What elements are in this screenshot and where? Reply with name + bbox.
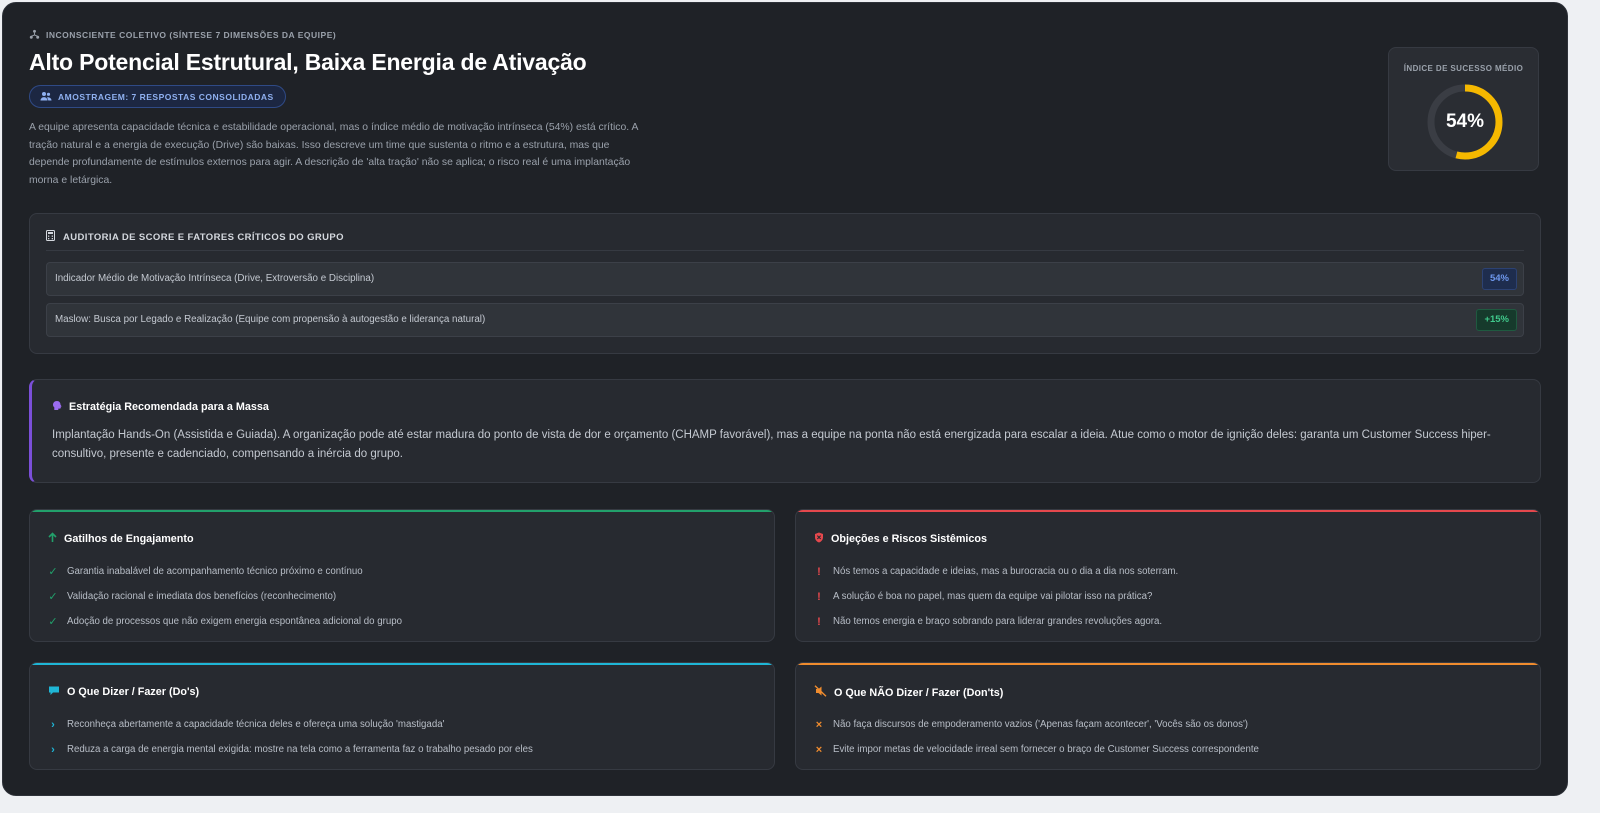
donts-card: O Que NÃO Dizer / Fazer (Don'ts) × Não fa… <box>795 662 1541 770</box>
list-item: › Reduza a carga de energia mental exigid… <box>48 737 756 762</box>
score-audit-panel: AUDITORIA DE SCORE E FATORES CRÍTICOS DO… <box>29 213 1541 354</box>
list-item: × Não faça discursos de empoderamento vaz… <box>814 712 1522 737</box>
list-item-text: Evite impor metas de velocidade irreal s… <box>833 744 1259 755</box>
success-index-value: 54% <box>1445 111 1485 132</box>
list-item-text: Validação racional e imediata dos benefí… <box>67 591 337 602</box>
list-item-text: Não temos energia e braço sobrando para … <box>833 616 1163 627</box>
donts-header: O Que NÃO Dizer / Fazer (Don'ts) <box>814 685 1003 700</box>
donts-title: O Que NÃO Dizer / Fazer (Don'ts) <box>834 686 1004 699</box>
list-item: ! Nós temos a capacidade e ideias, mas a … <box>814 559 1522 584</box>
list-item: › Reconheça abertamente a capacidade técn… <box>48 712 756 737</box>
list-item-text: Adoção de processos que não exigem energ… <box>67 616 402 627</box>
list-item: ! A solução é boa no papel, mas quem da e… <box>814 584 1522 609</box>
chat-bubble-icon <box>48 685 60 699</box>
list-item: ! Não temos energia e braço sobrando para… <box>814 609 1522 634</box>
list-item-text: Reduza a carga de energia mental exigida… <box>67 744 533 755</box>
dos-card: O Que Dizer / Fazer (Do's) › Reconheça ab… <box>29 662 775 770</box>
list-item-text: A solução é boa no papel, mas quem da eq… <box>833 591 1153 602</box>
list-item: ✓ Garantia inabalável de acompanhamento t… <box>48 559 756 584</box>
recommended-strategy-text: Implantação Hands-On (Assistida e Guiada… <box>52 429 1491 460</box>
alert-icon: ! <box>817 615 821 628</box>
audit-row-badge: 54% <box>1481 268 1517 290</box>
mute-icon <box>814 685 827 700</box>
recommended-strategy-title: Estratégia Recomendada para a Massa <box>69 401 269 413</box>
list-item: × Evite impor metas de velocidade irreal … <box>814 737 1522 762</box>
audit-row-label: Maslow: Busca por Legado e Realização (E… <box>55 314 486 325</box>
divider <box>46 250 1524 251</box>
check-icon: ✓ <box>48 616 58 628</box>
check-icon: ✓ <box>48 591 58 603</box>
objections-risks-title: Objeções e Riscos Sistêmicos <box>831 533 988 545</box>
brain-icon <box>52 400 62 414</box>
dos-header: O Que Dizer / Fazer (Do's) <box>48 685 199 699</box>
donts-list: × Não faça discursos de empoderamento vaz… <box>814 712 1522 762</box>
list-item: ✓ Adoção de processos que não exigem ener… <box>48 609 756 634</box>
page-title: Alto Potencial Estrutural, Baixa Energia… <box>29 49 587 75</box>
audit-row-motivation: Indicador Médio de Motivação Intrínseca … <box>46 262 1524 296</box>
list-item-text: Não faça discursos de empoderamento vazi… <box>833 719 1249 730</box>
dos-list: › Reconheça abertamente a capacidade técn… <box>48 712 756 762</box>
success-index-card: ÍNDICE DE SUCESSO MÉDIO 54% <box>1388 47 1539 171</box>
network-icon <box>29 29 40 40</box>
list-item-text: Garantia inabalável de acompanhamento té… <box>67 566 363 577</box>
arrow-up-icon <box>48 532 57 546</box>
calculator-icon <box>46 230 55 244</box>
engagement-triggers-title: Gatilhos de Engajamento <box>64 533 194 545</box>
x-icon: × <box>815 743 823 756</box>
summary-description: A equipe apresenta capacidade técnica e … <box>29 122 638 186</box>
chevron-right-icon: › <box>51 743 55 756</box>
sample-size-text: AMOSTRAGEM: 7 RESPOSTAS CONSOLIDADAS <box>58 91 274 102</box>
success-index-label: ÍNDICE DE SUCESSO MÉDIO <box>1403 64 1524 73</box>
eyebrow-text: INCONSCIENTE COLETIVO (SÍNTESE 7 DIMENSÕ… <box>46 29 337 40</box>
section-eyebrow: INCONSCIENTE COLETIVO (SÍNTESE 7 DIMENSÕ… <box>29 29 336 40</box>
users-icon <box>40 91 52 103</box>
objections-risks-header: Objeções e Riscos Sistêmicos <box>814 532 987 546</box>
insight-panel: INCONSCIENTE COLETIVO (SÍNTESE 7 DIMENSÕ… <box>2 2 1568 796</box>
audit-row-maslow: Maslow: Busca por Legado e Realização (E… <box>46 303 1524 337</box>
alert-icon: ! <box>817 565 821 578</box>
sample-size-badge: AMOSTRAGEM: 7 RESPOSTAS CONSOLIDADAS <box>29 85 286 108</box>
score-audit-title: AUDITORIA DE SCORE E FATORES CRÍTICOS DO… <box>63 231 344 243</box>
audit-row-badge: +15% <box>1476 309 1517 331</box>
list-item: ✓ Validação racional e imediata dos benef… <box>48 584 756 609</box>
engagement-triggers-header: Gatilhos de Engajamento <box>48 532 194 546</box>
list-item-text: Nós temos a capacidade e ideias, mas a b… <box>833 566 1179 577</box>
check-icon: ✓ <box>48 566 58 578</box>
dos-title: O Que Dizer / Fazer (Do's) <box>67 686 200 698</box>
score-audit-header: AUDITORIA DE SCORE E FATORES CRÍTICOS DO… <box>46 230 344 244</box>
objections-risks-card: Objeções e Riscos Sistêmicos ! Nós temos … <box>795 509 1541 642</box>
audit-row-label: Indicador Médio de Motivação Intrínseca … <box>55 273 375 284</box>
engagement-triggers-card: Gatilhos de Engajamento ✓ Garantia inabal… <box>29 509 775 642</box>
recommended-strategy-header: Estratégia Recomendada para a Massa <box>52 400 269 414</box>
shield-icon <box>814 532 824 546</box>
list-item-text: Reconheça abertamente a capacidade técni… <box>67 719 445 730</box>
x-icon: × <box>815 718 823 731</box>
chevron-right-icon: › <box>51 718 55 731</box>
engagement-triggers-list: ✓ Garantia inabalável de acompanhamento t… <box>48 559 756 634</box>
recommended-strategy-panel: Estratégia Recomendada para a Massa Impl… <box>29 379 1541 483</box>
alert-icon: ! <box>817 590 821 603</box>
objections-risks-list: ! Nós temos a capacidade e ideias, mas a … <box>814 559 1522 634</box>
